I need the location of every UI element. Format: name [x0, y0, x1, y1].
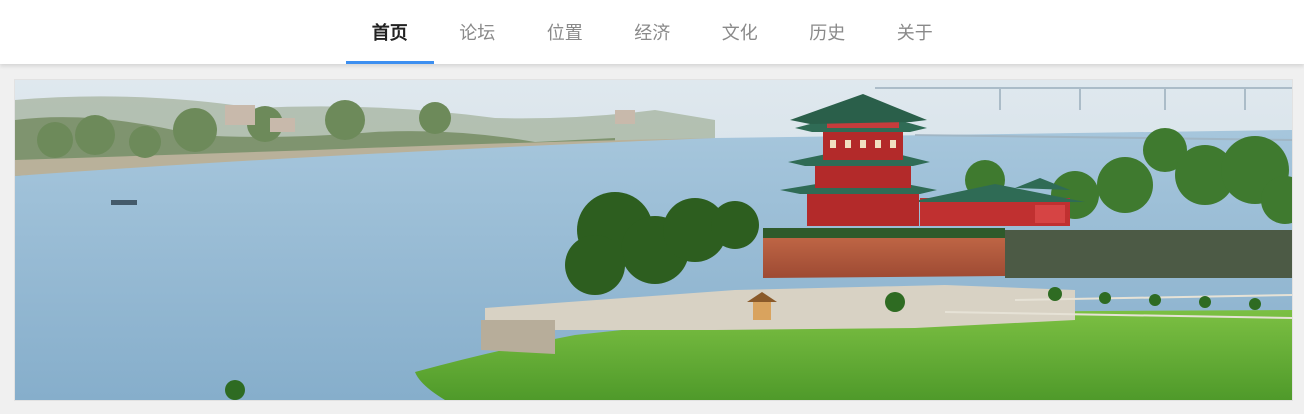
nav-item-location[interactable]: 位置	[521, 0, 609, 64]
hero-banner[interactable]	[14, 79, 1293, 401]
nav-item-home[interactable]: 首页	[346, 0, 434, 64]
nav-item-culture[interactable]: 文化	[696, 0, 784, 64]
top-navbar: 首页 论坛 位置 经济 文化 历史 关于	[0, 0, 1304, 64]
nav-item-about[interactable]: 关于	[871, 0, 959, 64]
nav-item-forum[interactable]: 论坛	[434, 0, 522, 64]
nav-menu: 首页 论坛 位置 经济 文化 历史 关于	[346, 0, 959, 64]
nav-item-history[interactable]: 历史	[784, 0, 872, 64]
banner-image	[15, 80, 1292, 400]
nav-item-economy[interactable]: 经济	[609, 0, 697, 64]
